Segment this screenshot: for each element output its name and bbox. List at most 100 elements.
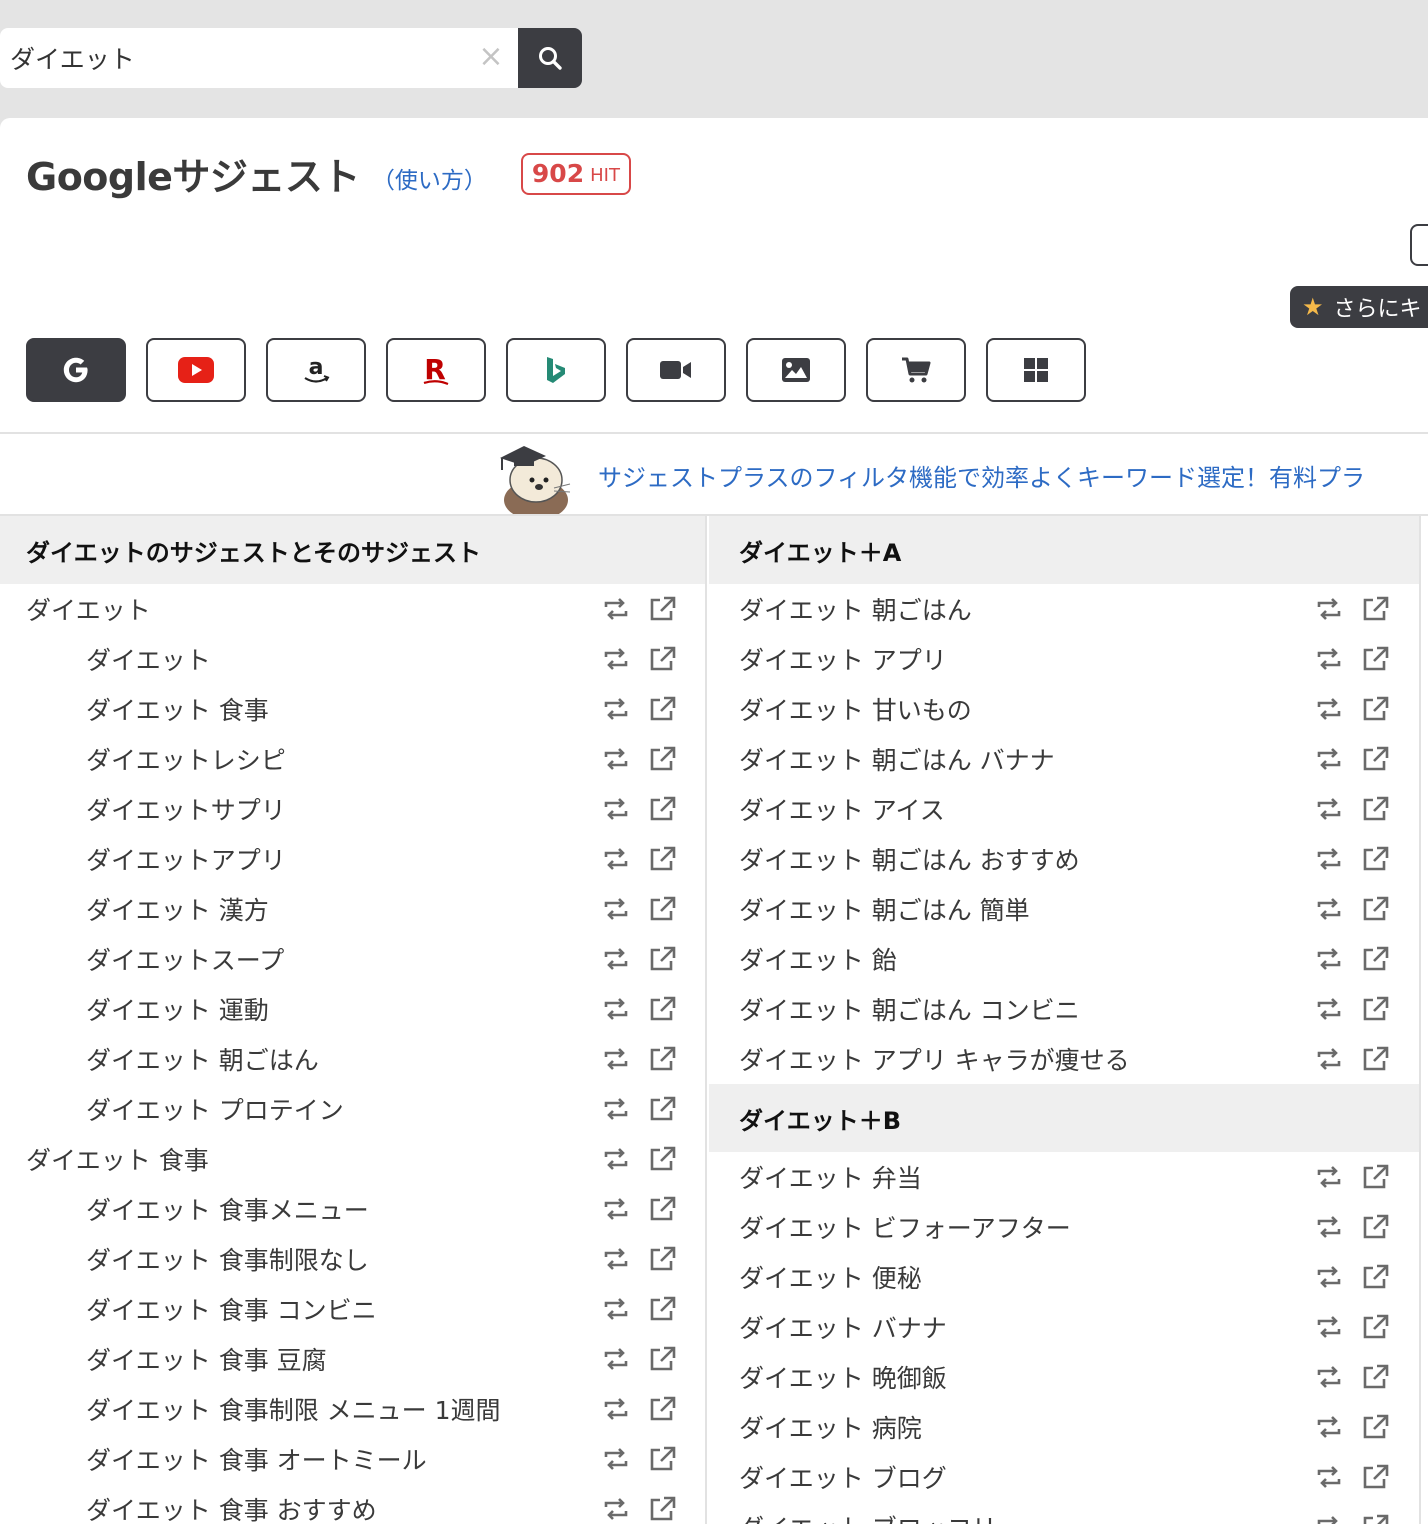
- external-link-icon[interactable]: [648, 1346, 676, 1372]
- external-link-icon[interactable]: [648, 1496, 676, 1522]
- external-link-icon[interactable]: [648, 796, 676, 822]
- repeat-icon[interactable]: [1315, 1164, 1343, 1190]
- external-link-icon[interactable]: [648, 596, 676, 622]
- external-link-icon[interactable]: [1361, 996, 1389, 1022]
- search-input[interactable]: [0, 28, 518, 88]
- repeat-icon[interactable]: [602, 846, 630, 872]
- engine-shopping-button[interactable]: [866, 338, 966, 402]
- external-link-icon[interactable]: [648, 896, 676, 922]
- engine-google-button[interactable]: [26, 338, 126, 402]
- amazon-icon: a: [304, 355, 330, 383]
- repeat-icon[interactable]: [1315, 896, 1343, 922]
- repeat-icon[interactable]: [602, 1346, 630, 1372]
- repeat-icon[interactable]: [602, 946, 630, 972]
- external-link-icon[interactable]: [648, 1096, 676, 1122]
- repeat-icon[interactable]: [602, 1096, 630, 1122]
- external-link-icon[interactable]: [648, 996, 676, 1022]
- external-link-icon[interactable]: [648, 646, 676, 672]
- external-link-icon[interactable]: [648, 1396, 676, 1422]
- row-actions: [602, 1046, 676, 1072]
- external-link-icon[interactable]: [648, 1196, 676, 1222]
- external-link-icon[interactable]: [1361, 1514, 1389, 1524]
- repeat-icon[interactable]: [1315, 996, 1343, 1022]
- external-link-icon[interactable]: [648, 746, 676, 772]
- external-link-icon[interactable]: [1361, 896, 1389, 922]
- repeat-icon[interactable]: [1315, 696, 1343, 722]
- repeat-icon[interactable]: [602, 746, 630, 772]
- external-link-icon[interactable]: [648, 1046, 676, 1072]
- row-actions: [602, 1146, 676, 1172]
- external-link-icon[interactable]: [1361, 1264, 1389, 1290]
- engine-rakuten-button[interactable]: R: [386, 338, 486, 402]
- repeat-icon[interactable]: [602, 1496, 630, 1522]
- external-link-icon[interactable]: [1361, 1214, 1389, 1240]
- engine-youtube-button[interactable]: [146, 338, 246, 402]
- svg-text:a: a: [309, 355, 324, 380]
- external-link-icon[interactable]: [1361, 1164, 1389, 1190]
- external-link-icon[interactable]: [648, 1446, 676, 1472]
- repeat-icon[interactable]: [1315, 1214, 1343, 1240]
- row-actions: [602, 896, 676, 922]
- repeat-icon[interactable]: [602, 996, 630, 1022]
- external-link-icon[interactable]: [1361, 1464, 1389, 1490]
- external-link-icon[interactable]: [1361, 1414, 1389, 1440]
- engine-bing-button[interactable]: [506, 338, 606, 402]
- close-icon[interactable]: ×: [476, 42, 506, 72]
- external-link-icon[interactable]: [1361, 846, 1389, 872]
- howto-link[interactable]: （使い方）: [372, 161, 487, 195]
- repeat-icon[interactable]: [602, 796, 630, 822]
- external-link-icon[interactable]: [648, 846, 676, 872]
- more-keywords-button[interactable]: ★ さらにキ: [1290, 286, 1428, 328]
- repeat-icon[interactable]: [602, 1046, 630, 1072]
- repeat-icon[interactable]: [1315, 1364, 1343, 1390]
- repeat-icon[interactable]: [602, 596, 630, 622]
- external-link-icon[interactable]: [1361, 696, 1389, 722]
- repeat-icon[interactable]: [1315, 1314, 1343, 1340]
- suggest-row: ダイエット バナナ: [709, 1302, 1419, 1352]
- repeat-icon[interactable]: [602, 1446, 630, 1472]
- external-link-icon[interactable]: [1361, 596, 1389, 622]
- video-camera-icon: [660, 361, 691, 379]
- repeat-icon[interactable]: [602, 1196, 630, 1222]
- external-link-icon[interactable]: [648, 1296, 676, 1322]
- external-link-icon[interactable]: [1361, 1046, 1389, 1072]
- external-link-icon[interactable]: [648, 1146, 676, 1172]
- repeat-icon[interactable]: [1315, 1464, 1343, 1490]
- repeat-icon[interactable]: [602, 1396, 630, 1422]
- external-link-icon[interactable]: [648, 946, 676, 972]
- external-link-icon[interactable]: [1361, 946, 1389, 972]
- search-button[interactable]: [518, 28, 582, 88]
- repeat-icon[interactable]: [602, 646, 630, 672]
- repeat-icon[interactable]: [1315, 1264, 1343, 1290]
- engine-microsoft-button[interactable]: [986, 338, 1086, 402]
- repeat-icon[interactable]: [602, 1246, 630, 1272]
- external-link-icon[interactable]: [1361, 1314, 1389, 1340]
- external-link-icon[interactable]: [648, 1246, 676, 1272]
- repeat-icon[interactable]: [602, 696, 630, 722]
- external-link-icon[interactable]: [1361, 796, 1389, 822]
- repeat-icon[interactable]: [1315, 1414, 1343, 1440]
- repeat-icon[interactable]: [1315, 746, 1343, 772]
- engine-image-button[interactable]: [746, 338, 846, 402]
- repeat-icon[interactable]: [1315, 846, 1343, 872]
- external-link-icon[interactable]: [1361, 646, 1389, 672]
- repeat-icon[interactable]: [1315, 1514, 1343, 1524]
- repeat-icon[interactable]: [1315, 1046, 1343, 1072]
- repeat-icon[interactable]: [1315, 946, 1343, 972]
- repeat-icon[interactable]: [1315, 596, 1343, 622]
- repeat-icon[interactable]: [1315, 796, 1343, 822]
- external-link-icon[interactable]: [1361, 1364, 1389, 1390]
- engine-amazon-button[interactable]: a: [266, 338, 366, 402]
- suggest-row: ダイエットサプリ: [0, 784, 705, 834]
- suggest-row: ダイエット 朝ごはん 簡単: [709, 884, 1419, 934]
- promo-link[interactable]: サジェストプラスのフィルタ機能で効率よくキーワード選定！有料プラ: [598, 458, 1365, 493]
- repeat-icon[interactable]: [1315, 646, 1343, 672]
- repeat-icon[interactable]: [602, 896, 630, 922]
- option-box[interactable]: [1410, 224, 1428, 266]
- repeat-icon[interactable]: [602, 1146, 630, 1172]
- engine-video-button[interactable]: [626, 338, 726, 402]
- external-link-icon[interactable]: [1361, 746, 1389, 772]
- repeat-icon[interactable]: [602, 1296, 630, 1322]
- row-actions: [1315, 696, 1389, 722]
- external-link-icon[interactable]: [648, 696, 676, 722]
